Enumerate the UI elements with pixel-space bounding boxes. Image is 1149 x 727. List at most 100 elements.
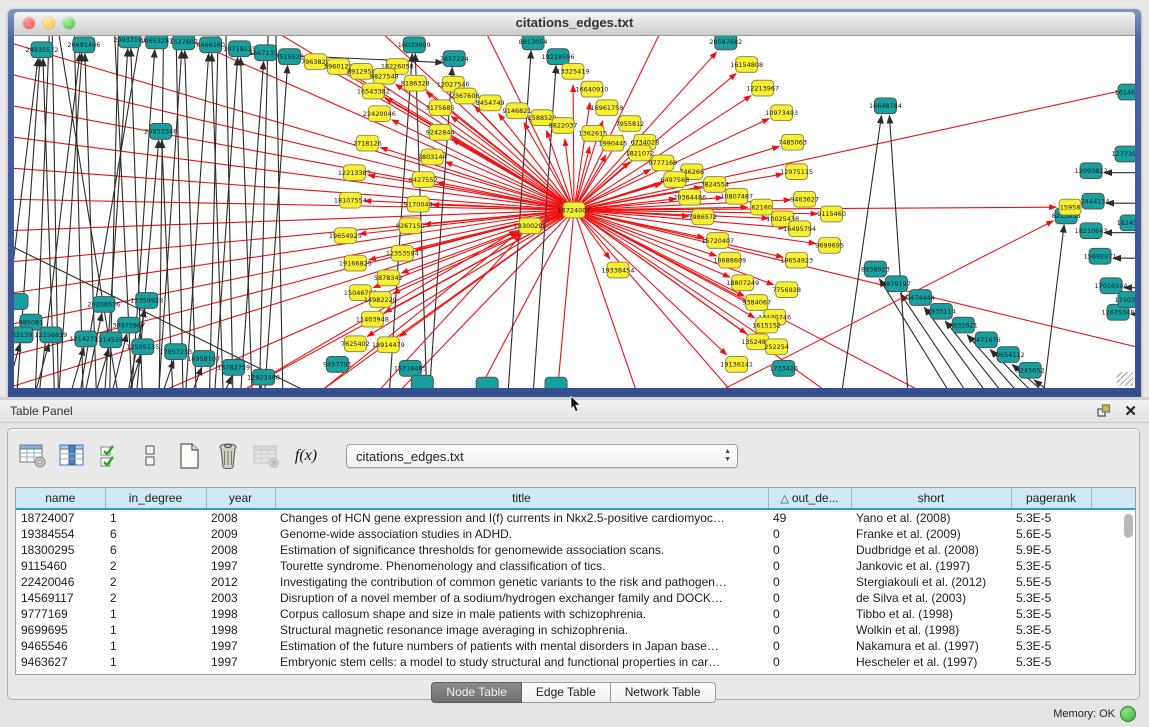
- graph-node[interactable]: 2718126: [353, 135, 382, 151]
- graph-node[interactable]: 7756928: [772, 282, 801, 298]
- table-row[interactable]: 911546021997Tourette syndrome. Phenomeno…: [16, 558, 1135, 574]
- graph-node[interactable]: 9699695: [815, 238, 844, 254]
- graph-node[interactable]: 8454749: [476, 95, 505, 111]
- graph-node[interactable]: 1277394: [1112, 146, 1135, 162]
- graph-node[interactable]: 7632621: [949, 317, 978, 333]
- table-row[interactable]: 1938455462009Genome-wide association stu…: [16, 526, 1135, 542]
- graph-node[interactable]: 7485063: [778, 134, 807, 150]
- graph-node[interactable]: 13325419: [557, 64, 590, 80]
- graph-node[interactable]: 2803144: [418, 149, 447, 165]
- graph-node[interactable]: 7515526: [275, 49, 304, 65]
- close-panel-icon[interactable]: ✕: [1124, 402, 1137, 420]
- graph-node[interactable]: 9170044: [404, 196, 433, 212]
- delete-column-icon[interactable]: [213, 441, 243, 471]
- tab-edge-table[interactable]: Edge Table: [522, 682, 611, 703]
- tab-network-table[interactable]: Network Table: [611, 682, 716, 703]
- graph-node[interactable]: 19654923: [780, 252, 813, 268]
- graph-node[interactable]: 5878342: [374, 270, 403, 286]
- column-header[interactable]: year: [206, 488, 275, 509]
- graph-node[interactable]: 12505135: [126, 339, 159, 355]
- graph-node[interactable]: 16648784: [869, 98, 902, 114]
- table-mode-icon[interactable]: [18, 441, 48, 471]
- column-header[interactable]: name: [16, 488, 105, 509]
- table-row[interactable]: 969969511998Structural magnetic resonanc…: [16, 622, 1135, 638]
- column-header[interactable]: pagerank: [1011, 488, 1091, 509]
- column-header[interactable]: in_degree: [105, 488, 206, 509]
- graph-node[interactable]: 9777169: [648, 155, 677, 171]
- column-header[interactable]: title: [275, 488, 768, 509]
- row-selection-icon[interactable]: [96, 441, 126, 471]
- float-panel-icon[interactable]: [1097, 404, 1111, 418]
- table-row[interactable]: 1830029562008Estimation of significance …: [16, 542, 1135, 558]
- graph-node[interactable]: 10973493: [765, 105, 798, 121]
- graph-node[interactable]: 16961758: [590, 100, 623, 116]
- graph-node[interactable]: 18914479: [372, 337, 405, 353]
- column-header[interactable]: [1091, 488, 1135, 509]
- graph-node[interactable]: 3824554: [700, 177, 729, 193]
- graph-node[interactable]: 19136141: [720, 357, 753, 373]
- resize-grip[interactable]: [1117, 372, 1133, 386]
- new-column-icon[interactable]: [174, 441, 204, 471]
- graph-node[interactable]: 6466160: [196, 37, 225, 53]
- window-titlebar[interactable]: citations_edges.txt: [14, 12, 1135, 36]
- graph-node[interactable]: 1824553: [1117, 215, 1135, 231]
- network-canvas[interactable]: 2493557220691406209371911065328715276076…: [14, 36, 1135, 388]
- table-row[interactable]: 946362711997Embryonic stem cells: a mode…: [16, 654, 1135, 670]
- graph-node[interactable]: 20691406: [67, 37, 100, 53]
- graph-node[interactable]: 1527607: [169, 36, 198, 50]
- graph-node[interactable]: 15718485: [394, 360, 427, 376]
- graph-node[interactable]: 12353594: [386, 245, 419, 261]
- graph-node[interactable]: 7955812: [615, 116, 644, 132]
- graph-node[interactable]: 7986572: [688, 209, 717, 225]
- graph-node[interactable]: [14, 294, 28, 310]
- graph-node[interactable]: 9827548: [370, 68, 399, 84]
- graph-node[interactable]: 9242844: [426, 124, 455, 140]
- graph-node[interactable]: 19166825: [339, 255, 372, 271]
- graph-node[interactable]: 10688609: [713, 252, 746, 268]
- graph-node[interactable]: 33139: [14, 327, 33, 343]
- table-row[interactable]: 2242004622012Investigating the contribut…: [16, 574, 1135, 590]
- column-header[interactable]: short: [851, 488, 1011, 509]
- graph-node[interactable]: 62160: [751, 199, 773, 215]
- graph-node[interactable]: 8427552: [409, 172, 438, 188]
- graph-node[interactable]: 9463627: [790, 191, 819, 207]
- table-scrollbar[interactable]: [1124, 514, 1133, 672]
- graph-node[interactable]: 15892971: [1084, 248, 1117, 264]
- column-header[interactable]: △out_de...: [768, 488, 851, 509]
- graph-node[interactable]: 16640910: [576, 81, 609, 97]
- graph-node[interactable]: 16154808: [730, 57, 763, 73]
- table-selector-dropdown[interactable]: citations_edges.txt ▲▼: [346, 444, 738, 468]
- graph-node[interactable]: 7625402: [341, 336, 370, 352]
- graph-node[interactable]: 20206576: [87, 297, 120, 313]
- graph-node[interactable]: 12975115: [780, 164, 813, 180]
- graph-node[interactable]: 19338454: [601, 262, 634, 278]
- graph-node[interactable]: 12213967: [746, 80, 779, 96]
- graph-node[interactable]: 6497568: [660, 172, 689, 188]
- graph-node[interactable]: 1614673: [1115, 84, 1135, 100]
- table-row[interactable]: 977716911998Corpus callosum shape and si…: [16, 606, 1135, 622]
- table-scrollbar-thumb[interactable]: [1124, 514, 1133, 538]
- graph-node[interactable]: 9457791: [323, 357, 352, 373]
- function-builder-icon[interactable]: f(x): [291, 441, 321, 471]
- memory-status-dot[interactable]: [1120, 706, 1136, 722]
- graph-node[interactable]: 15720407: [701, 233, 734, 249]
- rows-icon[interactable]: [135, 441, 165, 471]
- show-columns-icon[interactable]: [57, 441, 87, 471]
- graph-node[interactable]: 252254: [764, 339, 789, 355]
- table-row[interactable]: 946554611997Estimation of the future num…: [16, 638, 1135, 654]
- table-row[interactable]: 1456911722003Disruption of a novel membe…: [16, 590, 1135, 606]
- graph-node[interactable]: [545, 377, 567, 388]
- graph-node[interactable]: 8938923: [861, 261, 890, 277]
- graph-node[interactable]: 1733426: [769, 360, 798, 376]
- graph-node[interactable]: 10654112: [992, 347, 1025, 363]
- graph-node[interactable]: 20587682: [709, 36, 742, 50]
- graph-node[interactable]: [411, 375, 433, 388]
- graph-node[interactable]: 10653287: [140, 36, 173, 49]
- graph-node[interactable]: 12093822: [1075, 163, 1108, 179]
- graph-node[interactable]: 19218596: [542, 49, 575, 65]
- graph-node[interactable]: 3175685: [426, 100, 455, 116]
- graph-node[interactable]: 6879197: [882, 276, 911, 292]
- graph-node[interactable]: 1615152: [752, 317, 781, 333]
- table-row[interactable]: 1872400712008Changes of HCN gene express…: [16, 509, 1135, 526]
- graph-node[interactable]: [476, 377, 498, 388]
